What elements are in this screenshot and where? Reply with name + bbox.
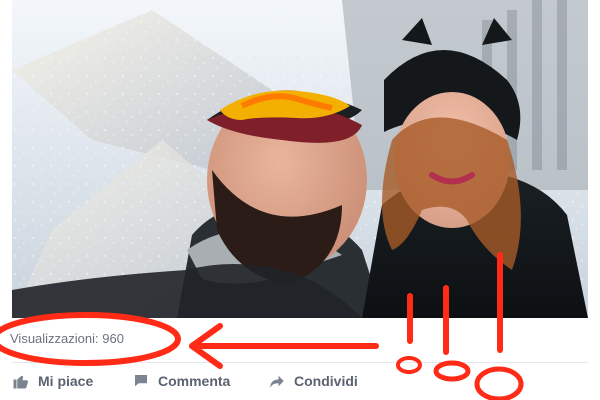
like-icon (12, 372, 30, 390)
photo-scene (12, 0, 588, 318)
share-label: Condividi (294, 373, 358, 389)
comment-label: Commenta (158, 373, 231, 389)
comment-icon (132, 372, 150, 390)
comment-button[interactable]: Commenta (132, 371, 230, 391)
post-actions-bar: Mi piace Commenta Condividi (12, 362, 588, 399)
share-icon (268, 372, 286, 390)
share-button[interactable]: Condividi (268, 371, 358, 391)
views-count: Visualizzazioni: 960 (10, 331, 124, 346)
like-label: Mi piace (38, 373, 94, 389)
post-photo[interactable] (12, 0, 588, 318)
like-button[interactable]: Mi piace (12, 371, 93, 391)
